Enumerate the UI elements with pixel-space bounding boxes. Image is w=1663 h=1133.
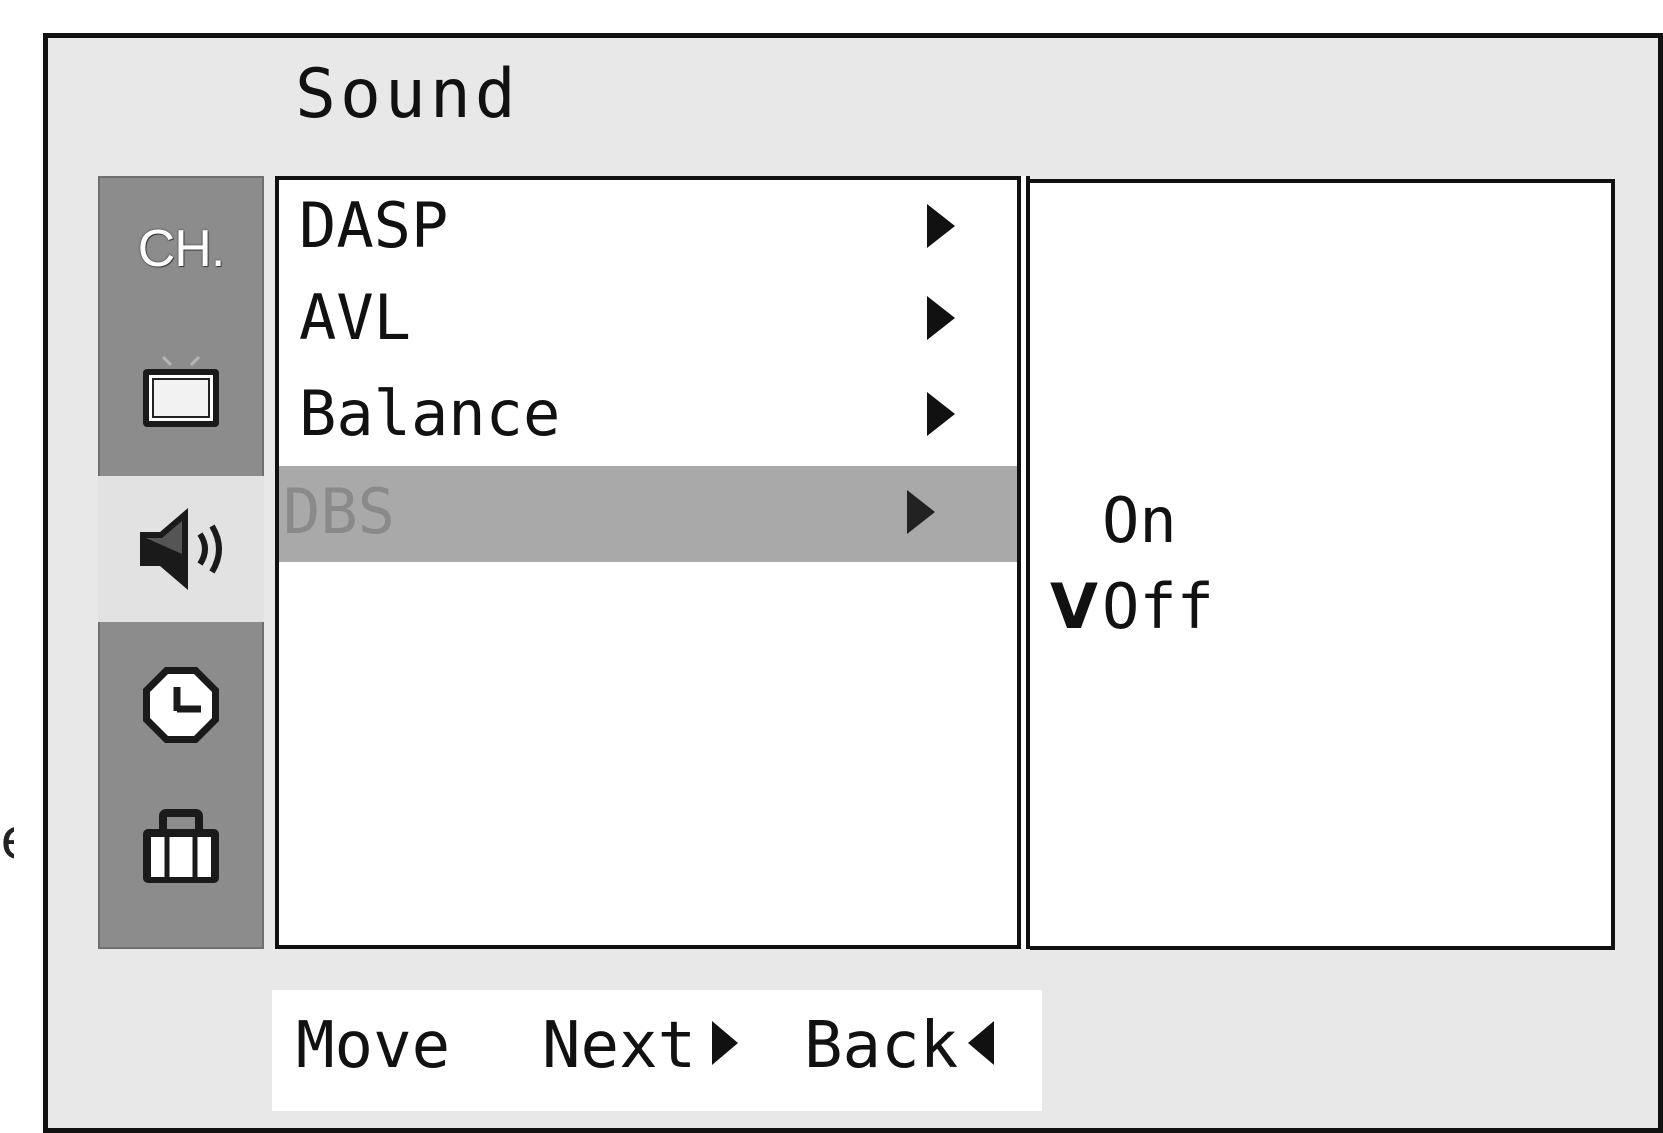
clipped-text-fragment: e — [0, 810, 14, 870]
speaker-icon — [140, 508, 222, 590]
help-move: Move — [296, 1009, 451, 1083]
help-back-label: Back — [804, 1009, 959, 1083]
list-item-avl[interactable]: AVL — [279, 272, 1017, 368]
sidebar-item-option[interactable] — [98, 776, 264, 922]
sidebar-item-channel-label: CH. — [137, 220, 226, 278]
help-next: Next — [542, 1006, 739, 1086]
arrow-right-icon — [907, 490, 935, 534]
check-mark-icon: V — [1050, 570, 1098, 643]
dbs-options-panel: On VOff — [1030, 179, 1615, 950]
option-on[interactable]: On — [1050, 481, 1177, 561]
toolbox-icon — [143, 809, 219, 883]
sidebar-item-channel[interactable]: CH. — [98, 176, 264, 322]
help-back: Back — [804, 1006, 995, 1086]
option-off[interactable]: VOff — [1050, 567, 1214, 647]
category-sidebar: CH. — [98, 176, 264, 949]
option-label: Off — [1102, 570, 1214, 643]
arrow-right-icon — [927, 204, 955, 248]
panel-divider — [1017, 176, 1030, 949]
help-next-label: Next — [542, 1009, 697, 1083]
sidebar-item-time[interactable] — [98, 632, 264, 778]
clock-icon — [143, 667, 219, 743]
arrow-right-icon — [712, 1021, 739, 1065]
list-item-dbs[interactable]: DBS — [279, 466, 1017, 562]
arrow-right-icon — [927, 296, 955, 340]
option-label: On — [1102, 484, 1177, 557]
sidebar-item-picture[interactable] — [98, 322, 264, 468]
arrow-right-icon — [927, 392, 955, 436]
list-item-label: DASP — [299, 189, 449, 262]
list-item-dasp[interactable]: DASP — [279, 180, 1017, 276]
sidebar-item-sound[interactable] — [98, 476, 264, 622]
list-item-label: DBS — [283, 475, 395, 548]
arrow-left-icon — [968, 1021, 995, 1065]
sound-settings-list: DASP AVL Balance DBS — [275, 176, 1021, 949]
help-bar: Move Next Back — [272, 990, 1042, 1111]
list-item-balance[interactable]: Balance — [279, 368, 1017, 464]
menu-title: Sound — [295, 55, 520, 134]
tv-screen-icon — [143, 355, 219, 427]
list-item-label: AVL — [299, 281, 411, 354]
list-item-label: Balance — [299, 377, 561, 450]
